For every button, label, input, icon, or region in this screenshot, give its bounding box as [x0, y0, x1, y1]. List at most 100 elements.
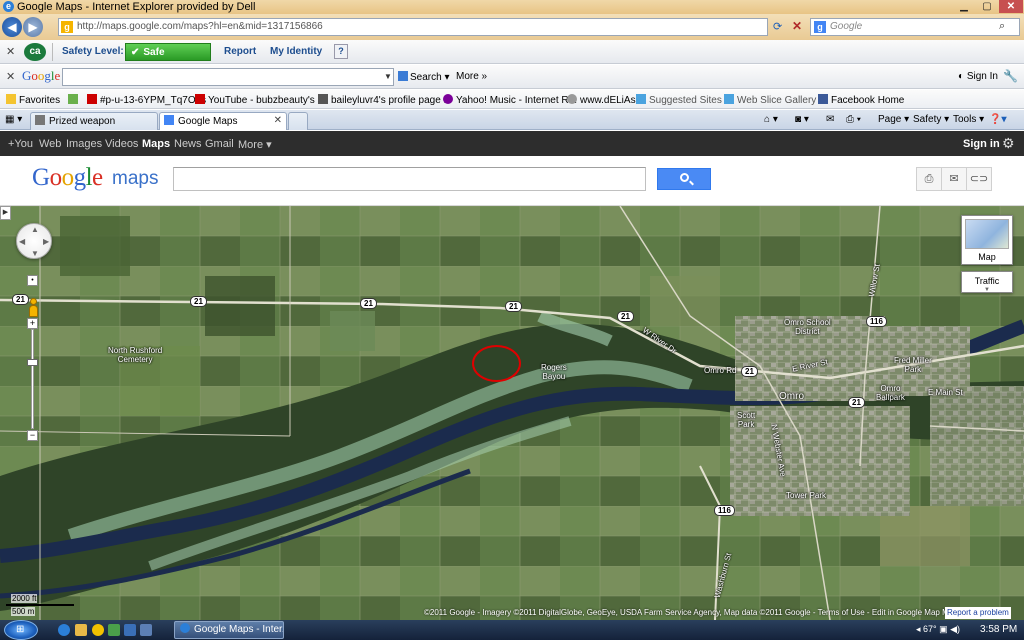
place-label[interactable]: Omro School District [784, 318, 831, 336]
gbar-item-maps[interactable]: Maps [142, 138, 170, 150]
maximize-button[interactable]: ▢ [976, 0, 998, 13]
route-shield[interactable]: 116 [866, 316, 887, 327]
app-icon[interactable] [124, 624, 136, 636]
zoom-slider-handle[interactable] [27, 359, 38, 366]
street-label[interactable]: E Main St [928, 388, 963, 397]
gbar-item-plus-you[interactable]: +You [8, 138, 33, 150]
map-type-button[interactable]: Map [961, 215, 1013, 265]
toolbar-search-button[interactable]: Search ▾ [398, 71, 450, 83]
mail-icon[interactable]: ✉ [826, 114, 834, 125]
quick-tabs-icon[interactable]: ▦ ▾ [5, 114, 22, 125]
safety-menu[interactable]: Safety ▾ [913, 114, 949, 125]
pan-down-icon[interactable]: ▼ [31, 249, 39, 258]
gear-icon[interactable]: ⚙ [1002, 135, 1015, 152]
mail-icon[interactable]: ✉ [941, 167, 967, 191]
browser-search-input[interactable]: g Google ⌕ [810, 18, 1020, 36]
close-tab-icon[interactable]: ✕ [274, 115, 282, 126]
street-view-pegman-icon[interactable] [27, 298, 39, 318]
maps-search-input[interactable] [173, 167, 646, 191]
place-label[interactable]: Omro Ballpark [876, 384, 905, 402]
print-icon[interactable]: ⎙ [916, 167, 942, 191]
traffic-button[interactable]: Traffic ▼ [961, 271, 1013, 293]
new-tab-button[interactable] [288, 112, 308, 130]
report-link[interactable]: Report [224, 46, 256, 57]
route-shield[interactable]: 21 [505, 301, 522, 312]
favorite-link[interactable]: YouTube - bubzbeauty's ... [195, 94, 326, 106]
ie-icon[interactable] [58, 624, 70, 636]
stop-icon[interactable]: ✕ [792, 19, 802, 33]
page-menu[interactable]: Page ▾ [878, 114, 909, 125]
pan-up-icon[interactable]: ▲ [31, 225, 39, 234]
pan-control[interactable]: ▲ ▼ ◀ ▶ [16, 223, 52, 259]
close-toolbar-icon[interactable]: ✕ [6, 70, 15, 83]
print-icon[interactable]: ⎙ ▾ [846, 114, 861, 125]
side-panel-toggle[interactable]: ▶ [0, 206, 11, 220]
start-button[interactable]: ⊞ [4, 620, 38, 640]
system-tray[interactable]: ◂ 67° ▣ ◀) [916, 624, 960, 635]
back-button[interactable]: ◀ [2, 17, 22, 37]
feeds-icon[interactable]: ◙ ▾ [795, 114, 809, 125]
close-window-button[interactable]: ✕ [999, 0, 1023, 13]
gbar-item-gmail[interactable]: Gmail [205, 138, 234, 150]
tab-google-maps[interactable]: Google Maps ✕ [159, 112, 287, 130]
place-label[interactable]: Rogers Bayou [541, 363, 567, 381]
suggested-sites-button[interactable]: Suggested Sites ▾ [636, 94, 730, 106]
help-icon[interactable]: ❓▾ [989, 114, 1006, 125]
favorites-button[interactable]: Favorites [6, 94, 60, 106]
recenter-button[interactable]: • [27, 275, 38, 286]
app-icon[interactable] [108, 624, 120, 636]
route-shield[interactable]: 21 [617, 311, 634, 322]
refresh-icon[interactable]: ⟳ [773, 20, 782, 33]
forward-button[interactable]: ▶ [23, 17, 43, 37]
zoom-slider[interactable] [31, 329, 34, 429]
pan-left-icon[interactable]: ◀ [19, 237, 25, 246]
route-shield[interactable]: 21 [741, 366, 758, 377]
web-slice-gallery-button[interactable]: Web Slice Gallery ▾ [724, 94, 824, 106]
favorite-link[interactable]: Yahoo! Music - Internet R... [443, 94, 577, 106]
favorite-link[interactable]: www.dELiAs [567, 94, 636, 106]
taskbar-item-google-maps[interactable]: Google Maps - Inter... [174, 621, 284, 639]
tab-prized-weapon[interactable]: Prized weapon [30, 112, 158, 130]
tools-menu[interactable]: Tools ▾ [953, 114, 984, 125]
url-field[interactable]: g http://maps.google.com/maps?hl=en&mid=… [58, 18, 827, 36]
gbar-item-images[interactable]: Images [66, 138, 102, 150]
smiley-icon[interactable] [92, 624, 104, 636]
folder-icon[interactable] [75, 624, 87, 636]
favorite-link[interactable]: #p-u-13-6YPM_Tq7O7s [87, 94, 206, 106]
favorite-link[interactable]: Facebook Home [818, 94, 904, 106]
toolbar-sign-in[interactable]: ◐ Sign In [958, 71, 998, 82]
route-shield[interactable]: 21 [848, 397, 865, 408]
place-label[interactable]: North Rushford Cemetery [108, 346, 162, 364]
favorite-link[interactable]: baileyluvr4's profile page ... [318, 94, 452, 106]
map-canvas[interactable]: North Rushford Cemetery Rogers Bayou Omro … [0, 206, 1024, 620]
chevron-down-icon[interactable]: ▼ [384, 72, 392, 81]
minimize-button[interactable]: ▁ [953, 0, 975, 13]
gbar-item-videos[interactable]: Videos [105, 138, 138, 150]
place-label[interactable]: Tower Park [786, 491, 826, 500]
toolbar-search-input[interactable] [62, 68, 394, 86]
google-logo[interactable]: Google [32, 164, 103, 192]
gbar-item-more[interactable]: More ▾ [238, 138, 272, 151]
gbar-item-web[interactable]: Web [39, 138, 61, 150]
home-icon[interactable]: ⌂ ▾ [764, 114, 778, 125]
route-shield[interactable]: 21 [190, 296, 207, 307]
app-icon[interactable] [140, 624, 152, 636]
clock[interactable]: 3:58 PM [980, 624, 1017, 635]
toolbar-more-button[interactable]: More » [456, 71, 487, 82]
report-problem-link[interactable]: Report a problem [945, 607, 1011, 619]
place-label[interactable]: Fred Miller Park [894, 356, 932, 374]
help-button[interactable]: ? [334, 44, 348, 59]
safety-status-badge[interactable]: ✔ Safe [125, 43, 211, 61]
search-icon[interactable]: ⌕ [999, 20, 1005, 33]
street-label[interactable]: Omro Rd [704, 366, 736, 375]
pan-right-icon[interactable]: ▶ [43, 237, 49, 246]
maps-search-button[interactable] [657, 168, 711, 190]
my-identity-link[interactable]: My Identity [270, 46, 322, 57]
route-shield[interactable]: 116 [714, 505, 735, 516]
link-icon[interactable]: ⊂⊃ [966, 167, 992, 191]
close-toolbar-icon[interactable]: ✕ [6, 45, 15, 58]
place-label[interactable]: Omro [779, 392, 804, 402]
route-shield[interactable]: 21 [360, 298, 377, 309]
gbar-item-news[interactable]: News [174, 138, 202, 150]
place-label[interactable]: Scott Park [737, 411, 755, 429]
